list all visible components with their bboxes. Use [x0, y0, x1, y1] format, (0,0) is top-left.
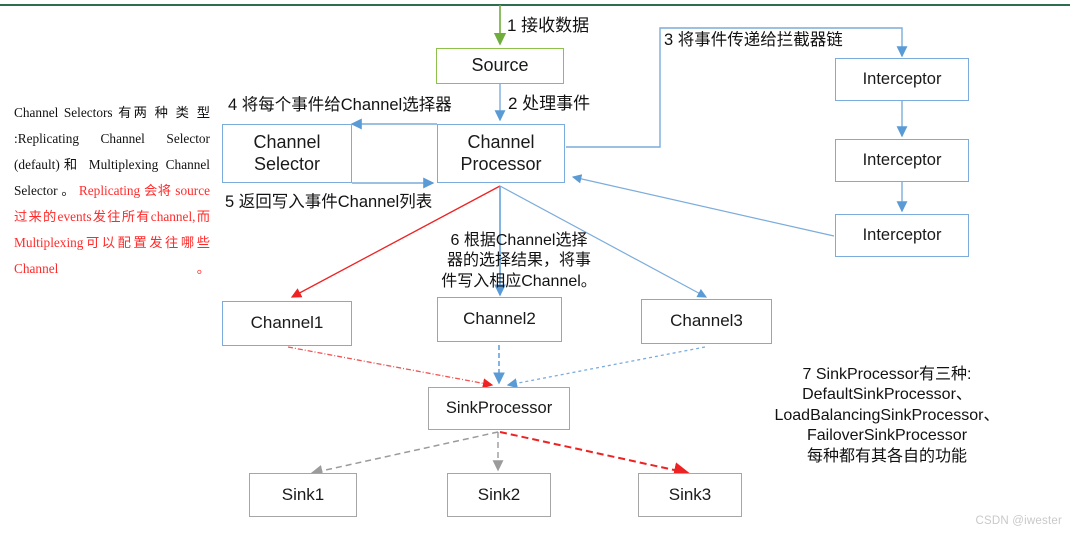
node-interceptor-2[interactable]: Interceptor — [835, 139, 969, 182]
node-interceptor-1[interactable]: Interceptor — [835, 58, 969, 101]
step-1-label: 1 接收数据 — [507, 16, 590, 35]
diagram-canvas: Source Channel Selector Channel Processo… — [0, 0, 1070, 533]
edge-interceptor3-to-processor — [571, 174, 835, 237]
step-6-label: 6 根据Channel选择 器的选择结果，将事 件写入相应Channel。 — [441, 232, 597, 290]
node-interceptor-3[interactable]: Interceptor — [835, 214, 969, 257]
edge-channel1-to-sinkprocessor — [287, 346, 494, 389]
node-channel3[interactable]: Channel3 — [641, 299, 772, 344]
edge-sinkprocessor-to-sink1 — [310, 431, 499, 477]
node-channel-selector[interactable]: Channel Selector — [222, 124, 352, 183]
channel-selectors-note: Channel Selectors 有两 种 类 型 :Replicating … — [14, 100, 210, 282]
edge-sinkprocessor-to-sink3 — [499, 431, 690, 478]
node-channel1[interactable]: Channel1 — [222, 301, 352, 346]
node-source[interactable]: Source — [436, 48, 564, 84]
node-channel-processor[interactable]: Channel Processor — [437, 124, 565, 183]
step-3-label: 3 将事件传递给拦截器链 — [664, 31, 843, 49]
step-2-label: 2 处理事件 — [508, 94, 591, 113]
node-channel2[interactable]: Channel2 — [437, 297, 562, 342]
watermark: CSDN @iwester — [975, 515, 1062, 527]
top-rule — [0, 4, 1070, 6]
node-sink-processor[interactable]: SinkProcessor — [428, 387, 570, 430]
node-sink2[interactable]: Sink2 — [447, 473, 551, 517]
step-4-label: 4 将每个事件给Channel选择器 — [228, 96, 452, 114]
edge-channel3-to-sinkprocessor — [506, 346, 706, 389]
node-sink1[interactable]: Sink1 — [249, 473, 357, 517]
node-sink3[interactable]: Sink3 — [638, 473, 742, 517]
step-7-label: 7 SinkProcessor有三种: DefaultSinkProcessor… — [774, 366, 1000, 465]
step-5-label: 5 返回写入事件Channel列表 — [225, 193, 433, 211]
